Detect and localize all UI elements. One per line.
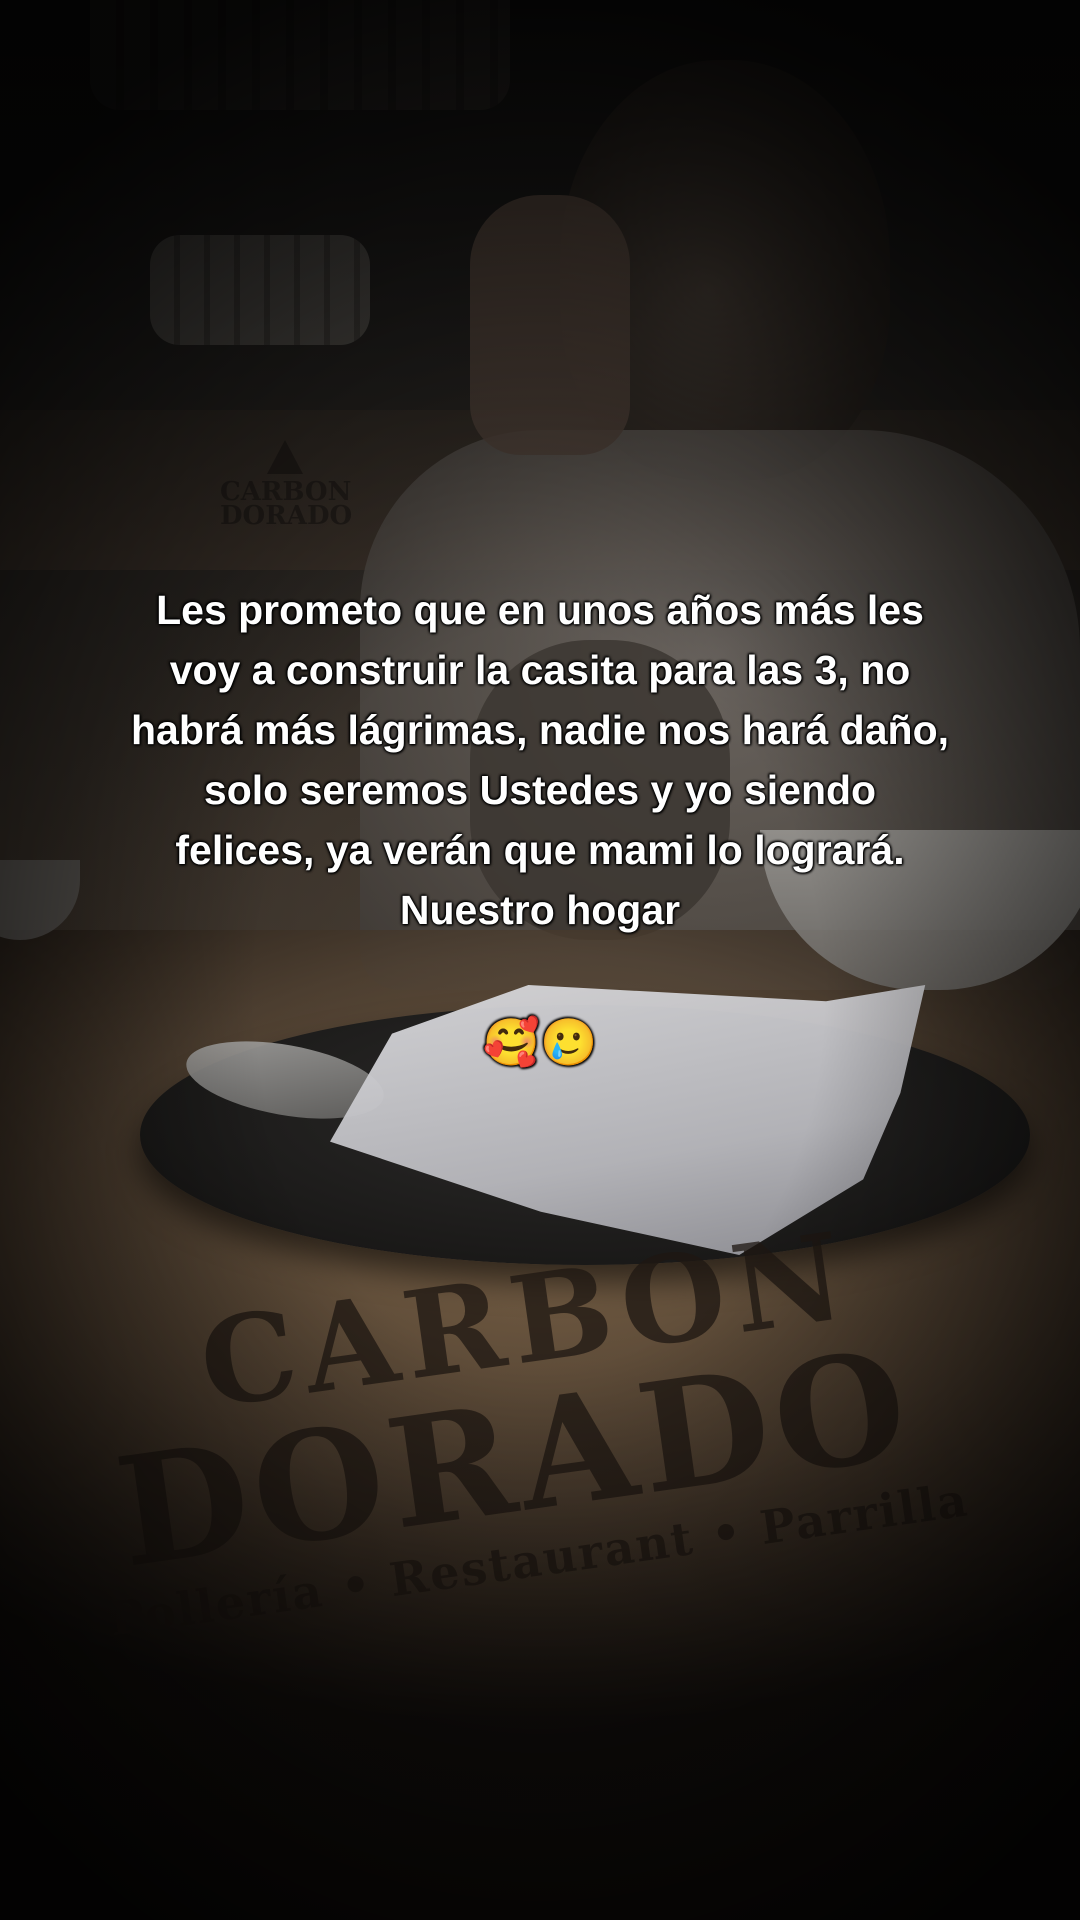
booth-logo-line2: DORADO bbox=[220, 501, 353, 531]
photo-frame: CARBON DORADO CARBON DORADO Pollería • R… bbox=[0, 0, 1080, 1920]
caption-line-6: Nuestro hogar bbox=[399, 887, 681, 933]
caption-line-3: habrá más lágrimas, nadie nos hará daño, bbox=[131, 707, 949, 753]
caption-line-2: voy a construir la casita para las 3, no bbox=[169, 647, 911, 693]
caption-line-4: solo seremos Ustedes y yo siendo bbox=[203, 767, 877, 813]
caption-line-5: felices, ya verán que mami lo logrará. bbox=[175, 827, 905, 873]
hanging-lamp bbox=[150, 235, 370, 345]
caption-emoji: 🥰🥲 bbox=[482, 1016, 598, 1068]
flame-icon bbox=[267, 440, 303, 474]
booth-logo: CARBON DORADO bbox=[220, 440, 353, 550]
bowl-left bbox=[0, 860, 80, 940]
ceiling-lamp bbox=[90, 0, 510, 110]
caption-line-1: Les prometo que en unos años más les bbox=[156, 587, 924, 633]
child-hand bbox=[470, 195, 630, 455]
caption-text: Les prometo que en unos años más les voy… bbox=[90, 580, 990, 1074]
